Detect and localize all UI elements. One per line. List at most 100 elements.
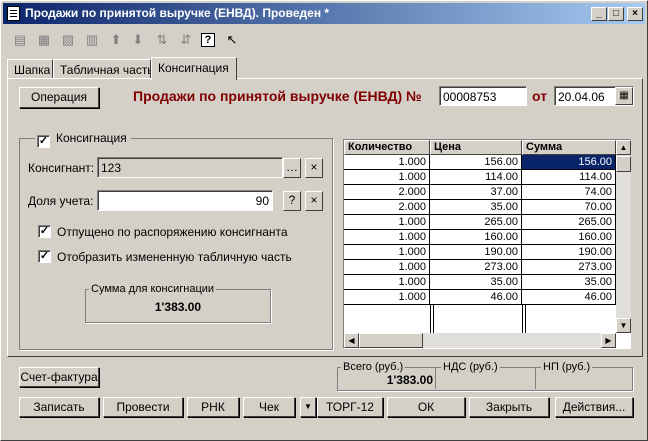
horizontal-scroll-thumb[interactable] — [359, 333, 423, 348]
close-button[interactable]: Закрыть — [469, 397, 549, 417]
rnk-button[interactable]: РНК — [187, 397, 239, 417]
table-cell[interactable]: 1.000 — [344, 215, 430, 230]
move-down-icon[interactable]: ⬇ — [129, 31, 147, 49]
column-header-price[interactable]: Цена — [430, 140, 522, 155]
table-cell[interactable]: 160.00 — [522, 230, 616, 245]
consignor-label: Консигнант: — [28, 161, 95, 175]
tab-header[interactable]: Шапка — [7, 59, 53, 79]
column-header-quantity[interactable]: Количество — [344, 140, 430, 155]
items-table[interactable]: Количество Цена Сумма 1.000 156.00 156.00 1… — [343, 139, 631, 349]
table-cell[interactable]: 273.00 — [430, 260, 522, 275]
vat-label: НДС (руб.) — [441, 361, 500, 373]
move-up-icon[interactable]: ⬆ — [107, 31, 125, 49]
help-icon[interactable]: ? — [201, 33, 215, 47]
released-label: Отпущено по распоряжению консигнанта — [57, 225, 288, 239]
tab-table-part[interactable]: Табличная часть — [53, 59, 154, 79]
share-clear-icon[interactable]: × — [305, 191, 323, 211]
table-cell[interactable]: 190.00 — [430, 245, 522, 260]
document-window: Продажи по принятой выручке (ЕНВД). Пров… — [0, 0, 648, 441]
table-cell[interactable]: 70.00 — [522, 200, 616, 215]
date-label: от — [532, 88, 548, 104]
totals-divider — [435, 367, 436, 389]
table-cell[interactable]: 265.00 — [522, 215, 616, 230]
share-help-icon[interactable]: ? — [283, 191, 301, 211]
table-cell[interactable]: 35.00 — [430, 275, 522, 290]
delete-row-icon[interactable]: ▧ — [59, 31, 77, 49]
table-cell[interactable]: 35.00 — [522, 275, 616, 290]
maximize-button[interactable]: □ — [608, 7, 624, 21]
tab-consignment[interactable]: Консигнация — [151, 57, 237, 80]
close-window-button[interactable]: × — [627, 7, 643, 21]
scroll-right-icon[interactable]: ▶ — [601, 333, 616, 348]
scroll-thumb[interactable] — [616, 156, 631, 172]
table-cell[interactable]: 190.00 — [522, 245, 616, 260]
sort-asc-icon[interactable]: ⇅ — [153, 31, 171, 49]
table-cell[interactable]: 35.00 — [430, 200, 522, 215]
document-icon — [7, 6, 20, 21]
share-field[interactable]: 90 — [97, 190, 273, 211]
consignment-checkbox-label: Консигнация — [56, 131, 127, 145]
sort-desc-icon[interactable]: ⇵ — [177, 31, 195, 49]
context-help-icon[interactable]: ↖ — [223, 31, 241, 49]
scroll-down-icon[interactable]: ▼ — [616, 318, 631, 333]
table-cell[interactable]: 160.00 — [430, 230, 522, 245]
table-cell[interactable]: 1.000 — [344, 245, 430, 260]
table-cell[interactable]: 114.00 — [430, 170, 522, 185]
edit-row-icon[interactable]: ▦ — [35, 31, 53, 49]
consignment-checkbox[interactable]: ✓ — [37, 135, 50, 148]
calendar-icon[interactable]: ▦ — [615, 87, 633, 105]
table-cell[interactable]: 1.000 — [344, 275, 430, 290]
total-label: Всего (руб.) — [341, 361, 406, 373]
window-title: Продажи по принятой выручке (ЕНВД). Пров… — [25, 6, 330, 20]
column-divider — [522, 305, 523, 333]
consignor-select-button[interactable]: … — [283, 158, 301, 178]
table-cell[interactable]: 273.00 — [522, 260, 616, 275]
copy-row-icon[interactable]: ▥ — [83, 31, 101, 49]
table-cell[interactable]: 74.00 — [522, 185, 616, 200]
document-number-field[interactable]: 00008753 — [439, 86, 527, 106]
consignment-sum-value: 1'383.00 — [154, 300, 202, 314]
consignor-clear-icon[interactable]: × — [305, 158, 323, 178]
table-cell[interactable]: 37.00 — [430, 185, 522, 200]
share-label: Доля учета: — [28, 194, 94, 208]
table-cell[interactable]: 1.000 — [344, 170, 430, 185]
scroll-up-icon[interactable]: ▲ — [616, 140, 631, 155]
ok-button[interactable]: ОК — [387, 397, 465, 417]
document-heading: Продажи по принятой выручке (ЕНВД) № — [133, 88, 422, 104]
consignor-field[interactable]: 123 — [97, 157, 283, 178]
title-bar[interactable]: Продажи по принятой выручке (ЕНВД). Пров… — [3, 3, 645, 24]
add-row-icon[interactable]: ▤ — [11, 31, 29, 49]
table-cell[interactable]: 114.00 — [522, 170, 616, 185]
table-cell[interactable]: 2.000 — [344, 185, 430, 200]
invoice-button[interactable]: Счет-фактура — [19, 367, 99, 387]
table-cell[interactable]: 46.00 — [430, 290, 522, 305]
scroll-left-icon[interactable]: ◀ — [344, 333, 359, 348]
post-button[interactable]: Провести — [103, 397, 183, 417]
column-divider — [525, 305, 526, 333]
table-cell[interactable]: 1.000 — [344, 230, 430, 245]
dropdown-arrow-icon: ▼ — [304, 402, 312, 411]
print-menu-button[interactable]: ▼ — [300, 397, 316, 417]
show-changed-label: Отобразить измененную табличную часть — [57, 250, 292, 264]
table-cell[interactable]: 46.00 — [522, 290, 616, 305]
save-button[interactable]: Записать — [19, 397, 99, 417]
consignment-toggle[interactable]: ✓ Консигнация — [35, 131, 131, 148]
minimize-button[interactable]: _ — [591, 7, 607, 21]
table-cell[interactable]: 265.00 — [430, 215, 522, 230]
table-cell[interactable]: 2.000 — [344, 200, 430, 215]
table-cell[interactable]: 1.000 — [344, 260, 430, 275]
column-header-sum[interactable]: Сумма — [522, 140, 616, 155]
released-checkbox[interactable]: ✓ — [38, 225, 51, 238]
operation-button[interactable]: Операция — [19, 87, 99, 108]
np-label: НП (руб.) — [541, 361, 593, 373]
table-cell[interactable]: 1.000 — [344, 290, 430, 305]
show-changed-checkbox[interactable]: ✓ — [38, 250, 51, 263]
column-divider — [433, 305, 434, 333]
torg12-button[interactable]: ТОРГ-12 — [317, 397, 383, 417]
check-button[interactable]: Чек — [243, 397, 295, 417]
table-cell[interactable]: 156.00 — [430, 155, 522, 170]
table-cell[interactable]: 156.00 — [522, 155, 616, 170]
column-divider — [430, 305, 431, 333]
table-cell[interactable]: 1.000 — [344, 155, 430, 170]
actions-button[interactable]: Действия... — [555, 397, 633, 417]
